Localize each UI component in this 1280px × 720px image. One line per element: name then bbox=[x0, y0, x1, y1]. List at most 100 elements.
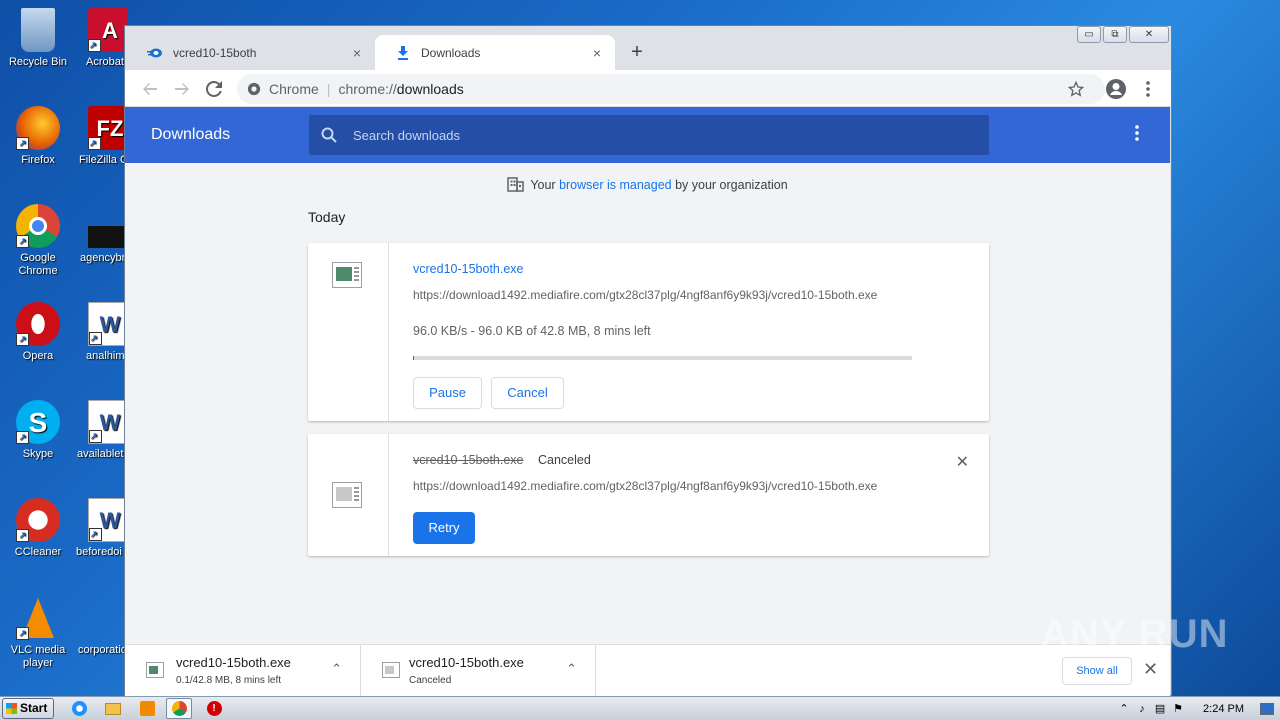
search-downloads-input[interactable]: Search downloads bbox=[309, 115, 989, 155]
taskbar-explorer[interactable] bbox=[100, 698, 126, 719]
desktop-icon-availablet[interactable]: W ↗ availablet bbox=[72, 400, 128, 461]
tab-downloads[interactable]: Downloads × bbox=[375, 35, 615, 70]
taskbar-stop-app[interactable]: ! bbox=[201, 698, 227, 719]
managed-suffix: by your organization bbox=[671, 178, 788, 192]
taskbar-ie[interactable] bbox=[66, 698, 92, 719]
taskbar-media-player[interactable] bbox=[134, 698, 160, 719]
tab-strip: vcred10-15both × Downloads × + ▭ ⧉ ✕ bbox=[125, 26, 1171, 70]
show-desktop-icon[interactable] bbox=[1260, 702, 1274, 715]
downloads-header: Downloads Search downloads bbox=[125, 107, 1170, 163]
desktop-icon-opera[interactable]: ↗ Opera bbox=[0, 302, 76, 363]
download-progress-bar bbox=[413, 356, 912, 360]
skype-icon: S ↗ bbox=[16, 400, 60, 444]
download-source-url[interactable]: https://download1492.mediafire.com/gtx28… bbox=[413, 288, 918, 302]
close-shelf-icon[interactable]: ✕ bbox=[1143, 659, 1158, 680]
shelf-item-name: vcred10-15both.exe bbox=[409, 655, 524, 670]
system-tray: ⌃ ♪ ▤ ⚑ 2:24 PM bbox=[1115, 697, 1280, 720]
back-button[interactable] bbox=[137, 76, 163, 102]
desktop-icon-vlc[interactable]: ↗ VLC media player bbox=[0, 596, 76, 670]
desktop-icon-chrome[interactable]: ↗ Google Chrome bbox=[0, 204, 76, 278]
desktop-icon-recycle-bin[interactable]: Recycle Bin bbox=[0, 8, 76, 69]
firefox-icon: ↗ bbox=[16, 106, 60, 150]
chevron-up-icon[interactable]: ⌃ bbox=[331, 661, 342, 677]
start-button[interactable]: Start bbox=[2, 698, 54, 719]
desktop-icon-label: VLC media player bbox=[10, 644, 66, 669]
reload-button[interactable] bbox=[201, 76, 227, 102]
bookmark-star-button[interactable] bbox=[1063, 76, 1089, 102]
stop-icon: ! bbox=[206, 701, 222, 716]
opera-icon: ↗ bbox=[16, 302, 60, 346]
reload-icon bbox=[206, 81, 222, 97]
vlc-icon: ↗ bbox=[16, 596, 60, 640]
downloads-menu-button[interactable] bbox=[1134, 125, 1140, 141]
arrow-right-icon bbox=[175, 83, 189, 95]
desktop-icon-analhim[interactable]: W ↗ analhim bbox=[72, 302, 128, 363]
url-text: chrome://downloads bbox=[338, 81, 464, 97]
desktop-icon-label: Opera bbox=[22, 350, 54, 362]
network-icon[interactable]: ▤ bbox=[1151, 702, 1169, 715]
section-heading-today: Today bbox=[308, 209, 346, 225]
search-icon bbox=[321, 127, 337, 143]
taskbar-chrome[interactable] bbox=[166, 698, 192, 719]
pause-button[interactable]: Pause bbox=[413, 377, 482, 409]
profile-button[interactable] bbox=[1103, 76, 1129, 102]
download-source-url[interactable]: https://download1492.mediafire.com/gtx28… bbox=[413, 479, 918, 493]
desktop-icon-label: CCleaner bbox=[14, 546, 62, 558]
close-window-button[interactable]: ✕ bbox=[1129, 26, 1169, 43]
tab-close-icon[interactable]: × bbox=[349, 45, 365, 61]
managed-link[interactable]: browser is managed bbox=[559, 178, 672, 192]
chrome-icon bbox=[171, 701, 187, 716]
tab-close-icon[interactable]: × bbox=[589, 45, 605, 61]
desktop-icon-skype[interactable]: S ↗ Skype bbox=[0, 400, 76, 461]
desktop-icon-agencybr[interactable]: agencybr bbox=[72, 204, 128, 265]
building-icon bbox=[507, 177, 525, 192]
shelf-item-status: Canceled bbox=[409, 675, 452, 686]
desktop-icon-label: Recycle Bin bbox=[8, 56, 68, 68]
shelf-item[interactable]: vcred10-15both.exe Canceled ⌃ bbox=[361, 645, 596, 697]
desktop-icon-beforedoi[interactable]: W ↗ beforedoi bbox=[72, 498, 128, 559]
desktop-icon-filezilla[interactable]: FZ ↗ FileZilla C bbox=[72, 106, 128, 167]
desktop-icon-label: Firefox bbox=[21, 154, 55, 166]
chrome-window: vcred10-15both × Downloads × + ▭ ⧉ ✕ Chr… bbox=[124, 25, 1172, 697]
tray-expand-icon[interactable]: ⌃ bbox=[1115, 702, 1133, 715]
remove-from-list-icon[interactable]: ✕ bbox=[956, 452, 969, 472]
arrow-left-icon bbox=[143, 83, 157, 95]
download-filename-link[interactable]: vcred10-15both.exe bbox=[413, 262, 524, 276]
download-icon bbox=[395, 45, 411, 61]
desktop-icon-ccleaner[interactable]: ↗ CCleaner bbox=[0, 498, 76, 559]
download-filename: vcred10-15both.exe bbox=[413, 453, 524, 467]
tab-vcred[interactable]: vcred10-15both × bbox=[127, 35, 375, 70]
exe-file-icon bbox=[146, 662, 164, 678]
recycle-bin-icon bbox=[21, 8, 55, 52]
volume-icon[interactable]: ♪ bbox=[1133, 703, 1151, 715]
omnibox[interactable]: Chrome | chrome://downloads bbox=[237, 74, 1105, 104]
forward-button[interactable] bbox=[169, 76, 195, 102]
new-tab-button[interactable]: + bbox=[625, 41, 649, 65]
ie-icon bbox=[71, 701, 87, 716]
cancel-button[interactable]: Cancel bbox=[491, 377, 564, 409]
desktop-icon-label: Skype bbox=[22, 448, 54, 460]
chrome-menu-button[interactable] bbox=[1135, 76, 1161, 102]
word-doc-icon: W ↗ bbox=[88, 302, 128, 346]
kebab-menu-icon bbox=[1135, 125, 1139, 141]
desktop-icon-acrobat[interactable]: A↗ Acrobat Reader bbox=[72, 8, 128, 69]
clock[interactable]: 2:24 PM bbox=[1203, 703, 1244, 715]
desktop-icon-label: agencybr bbox=[80, 252, 126, 264]
restore-button[interactable]: ⧉ bbox=[1103, 26, 1127, 43]
minimize-button[interactable]: ▭ bbox=[1077, 26, 1101, 43]
show-all-button[interactable]: Show all bbox=[1062, 657, 1132, 685]
page-title: Downloads bbox=[151, 126, 231, 143]
file-icon bbox=[88, 226, 128, 248]
chevron-up-icon[interactable]: ⌃ bbox=[566, 661, 577, 677]
shelf-item[interactable]: vcred10-15both.exe 0.1/42.8 MB, 8 mins l… bbox=[125, 645, 361, 697]
shelf-item-name: vcred10-15both.exe bbox=[176, 655, 291, 670]
tab-title: Downloads bbox=[421, 45, 481, 60]
desktop-icon-firefox[interactable]: ↗ Firefox bbox=[0, 106, 76, 167]
retry-button[interactable]: Retry bbox=[413, 512, 475, 544]
tab-title: vcred10-15both bbox=[173, 45, 257, 60]
desktop-icon-label: FileZilla C bbox=[79, 154, 128, 166]
desktop-icon-corporatio[interactable]: corporatio bbox=[72, 596, 128, 657]
flag-icon[interactable]: ⚑ bbox=[1169, 702, 1187, 715]
word-doc-icon: W ↗ bbox=[88, 498, 128, 542]
word-doc-icon bbox=[88, 596, 128, 640]
